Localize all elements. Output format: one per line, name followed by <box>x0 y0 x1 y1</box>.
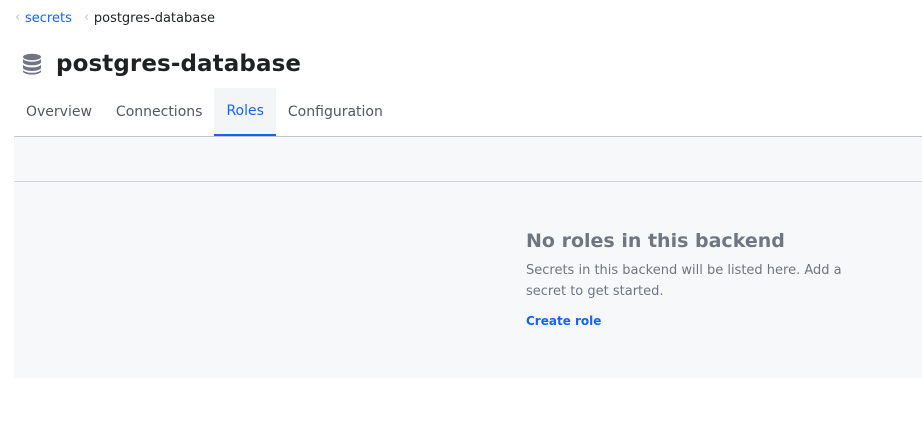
tab-roles[interactable]: Roles <box>214 88 276 136</box>
chevron-left-icon: ‹ <box>15 10 21 25</box>
empty-state-content: No roles in this backend Secrets in this… <box>526 230 856 329</box>
empty-state-message: Secrets in this backend will be listed h… <box>526 263 842 299</box>
title-row: postgres-database <box>22 46 301 82</box>
tab-configuration[interactable]: Configuration <box>276 88 395 136</box>
toolbar <box>14 137 922 182</box>
tab-connections[interactable]: Connections <box>104 88 215 136</box>
empty-state-title: No roles in this backend <box>526 230 785 252</box>
breadcrumb: ‹ secrets ‹ postgres-database <box>15 9 215 27</box>
create-role-link[interactable]: Create role <box>526 314 601 328</box>
breadcrumb-current: postgres-database <box>93 10 215 26</box>
breadcrumb-link-secrets[interactable]: secrets <box>25 11 72 26</box>
chevron-left-icon: ‹ <box>83 10 90 25</box>
tab-overview[interactable]: Overview <box>14 88 104 136</box>
empty-state: No roles in this backend Secrets in this… <box>14 182 922 378</box>
database-icon <box>23 53 41 75</box>
page: ‹ secrets ‹ postgres-database postgres-d… <box>0 0 922 427</box>
page-title: postgres-database <box>56 51 302 77</box>
tab-bar: Overview Connections Roles Configuration <box>14 88 395 136</box>
